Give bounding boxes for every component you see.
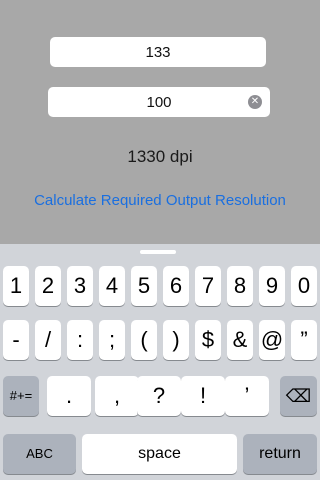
key-apostrophe[interactable]: ’: [225, 376, 269, 416]
space-key[interactable]: space: [82, 434, 237, 474]
key-9[interactable]: 9: [259, 266, 285, 306]
keyboard: 1 2 3 4 5 6 7 8 9 0 - / : ; ( ) $ & @ ” …: [0, 244, 320, 480]
backspace-icon[interactable]: ⌫: [280, 376, 317, 416]
key-colon[interactable]: :: [67, 320, 93, 360]
calculate-button[interactable]: Calculate Required Output Resolution: [0, 192, 320, 209]
key-semicolon[interactable]: ;: [99, 320, 125, 360]
key-quote[interactable]: ”: [291, 320, 317, 360]
clear-icon[interactable]: ✕: [248, 95, 262, 109]
key-at[interactable]: @: [259, 320, 285, 360]
key-2[interactable]: 2: [35, 266, 61, 306]
key-1[interactable]: 1: [3, 266, 29, 306]
key-8[interactable]: 8: [227, 266, 253, 306]
key-6[interactable]: 6: [163, 266, 189, 306]
key-comma[interactable]: ,: [95, 376, 139, 416]
key-exclamation[interactable]: !: [181, 376, 225, 416]
key-open-paren[interactable]: (: [131, 320, 157, 360]
keyboard-handle: [140, 250, 176, 254]
key-ampersand[interactable]: &: [227, 320, 253, 360]
key-5[interactable]: 5: [131, 266, 157, 306]
key-question[interactable]: ?: [137, 376, 181, 416]
key-dollar[interactable]: $: [195, 320, 221, 360]
screen-ruling-input[interactable]: [50, 37, 266, 67]
key-close-paren[interactable]: ): [163, 320, 189, 360]
key-3[interactable]: 3: [67, 266, 93, 306]
symbols-toggle-key[interactable]: #+=: [3, 376, 39, 416]
key-hyphen[interactable]: -: [3, 320, 29, 360]
key-slash[interactable]: /: [35, 320, 61, 360]
return-key[interactable]: return: [243, 434, 317, 474]
key-period[interactable]: .: [47, 376, 91, 416]
key-4[interactable]: 4: [99, 266, 125, 306]
key-7[interactable]: 7: [195, 266, 221, 306]
scaling-percent-input[interactable]: [48, 87, 270, 117]
result-label: 1330 dpi: [127, 147, 193, 166]
abc-key[interactable]: ABC: [3, 434, 76, 474]
key-0[interactable]: 0: [291, 266, 317, 306]
